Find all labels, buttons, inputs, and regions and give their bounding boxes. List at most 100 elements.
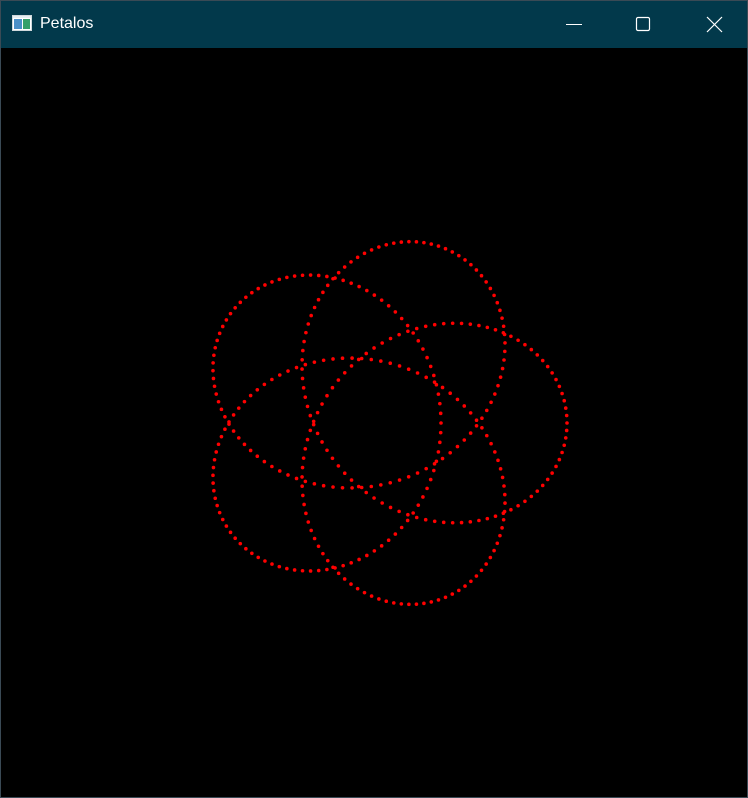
curve-point (359, 356, 364, 361)
curve-point (211, 465, 216, 470)
curve-point (211, 481, 215, 485)
curve-point (300, 568, 305, 573)
curve-point (233, 536, 237, 540)
curve-point (236, 436, 241, 440)
curve-point (500, 475, 505, 480)
curve-point (474, 418, 479, 423)
curve-point (488, 555, 493, 560)
curve-point (495, 541, 500, 546)
curve-point (286, 369, 290, 373)
curve-point (407, 602, 411, 607)
curve-point (270, 377, 274, 382)
curve-point (256, 286, 261, 291)
curve-point (349, 260, 353, 264)
curve-point (256, 555, 261, 560)
close-button[interactable] (677, 1, 747, 48)
curve-point (300, 465, 305, 470)
curve-point (219, 434, 224, 439)
curve-point (379, 298, 384, 302)
curve-point (250, 290, 254, 295)
curve-point (550, 471, 554, 475)
curve-point (306, 322, 311, 326)
curve-point (459, 520, 464, 525)
curve-point (399, 525, 404, 530)
curve-point (501, 511, 506, 516)
curve-point (484, 280, 488, 284)
curve-point (562, 443, 567, 448)
curve-point (429, 600, 434, 604)
curve-point (468, 411, 473, 415)
curve-point (333, 566, 337, 570)
curve-point (469, 262, 473, 267)
curve-point (388, 505, 393, 510)
curve-point (312, 536, 317, 541)
curve-point (493, 514, 498, 518)
curve-point (554, 377, 558, 382)
maximize-button[interactable] (608, 1, 678, 48)
curve-point (405, 518, 410, 523)
curve-point (321, 358, 326, 363)
window-app-icon (12, 15, 32, 31)
curve-point (369, 248, 374, 252)
curve-point (212, 457, 217, 462)
curve-point (493, 450, 497, 454)
curve-point (312, 305, 317, 310)
curve-point (377, 245, 381, 249)
curve-point (436, 450, 441, 454)
curve-point (316, 544, 321, 549)
curve-point (500, 316, 504, 320)
curve-point (308, 428, 313, 433)
curve-point (424, 375, 428, 380)
curve-point (503, 349, 507, 354)
curve-point (422, 240, 426, 245)
curve-point (372, 346, 376, 350)
curve-point (411, 331, 415, 335)
curve-point (516, 338, 520, 343)
curve-point (502, 358, 506, 362)
curve-point (450, 321, 455, 326)
title-bar[interactable]: Petalos (1, 1, 747, 48)
curve-point (336, 270, 341, 275)
curve-point (384, 242, 389, 247)
curve-point (414, 240, 419, 244)
curve-point (440, 456, 445, 461)
curve-point (500, 366, 505, 371)
curve-point (331, 485, 335, 489)
curve-point (438, 430, 443, 435)
window-title: Petalos (40, 15, 94, 32)
curve-point (342, 577, 347, 581)
curve-point (255, 454, 260, 459)
curve-point (336, 571, 341, 576)
minimize-button[interactable] (539, 1, 609, 48)
curve-point (292, 568, 297, 572)
curve-point (213, 345, 218, 350)
curve-point (372, 549, 377, 553)
curve-point (423, 517, 428, 522)
curve-point (480, 416, 484, 421)
curve-point (277, 277, 282, 282)
curve-point (463, 584, 467, 588)
curve-point (228, 530, 233, 535)
curve-point (242, 442, 247, 447)
curve-point (436, 244, 441, 248)
curve-point (425, 486, 429, 491)
curve-point (340, 356, 345, 361)
curve-point (563, 436, 568, 440)
curve-point (301, 348, 305, 353)
curve-point (393, 532, 398, 536)
curve-point (425, 355, 429, 360)
curve-point (309, 313, 313, 318)
curve-point (386, 303, 391, 308)
curve-point (300, 273, 305, 278)
curve-point (320, 440, 324, 444)
curve-point (496, 458, 500, 463)
curve-point (325, 283, 330, 288)
curve-point (429, 242, 434, 246)
curve-point (565, 421, 569, 425)
curve-point (301, 456, 306, 460)
curve-point (489, 400, 493, 405)
curve-point (215, 503, 219, 508)
curve-point (438, 411, 443, 416)
curve-point (492, 548, 496, 553)
curve-point (441, 321, 446, 326)
